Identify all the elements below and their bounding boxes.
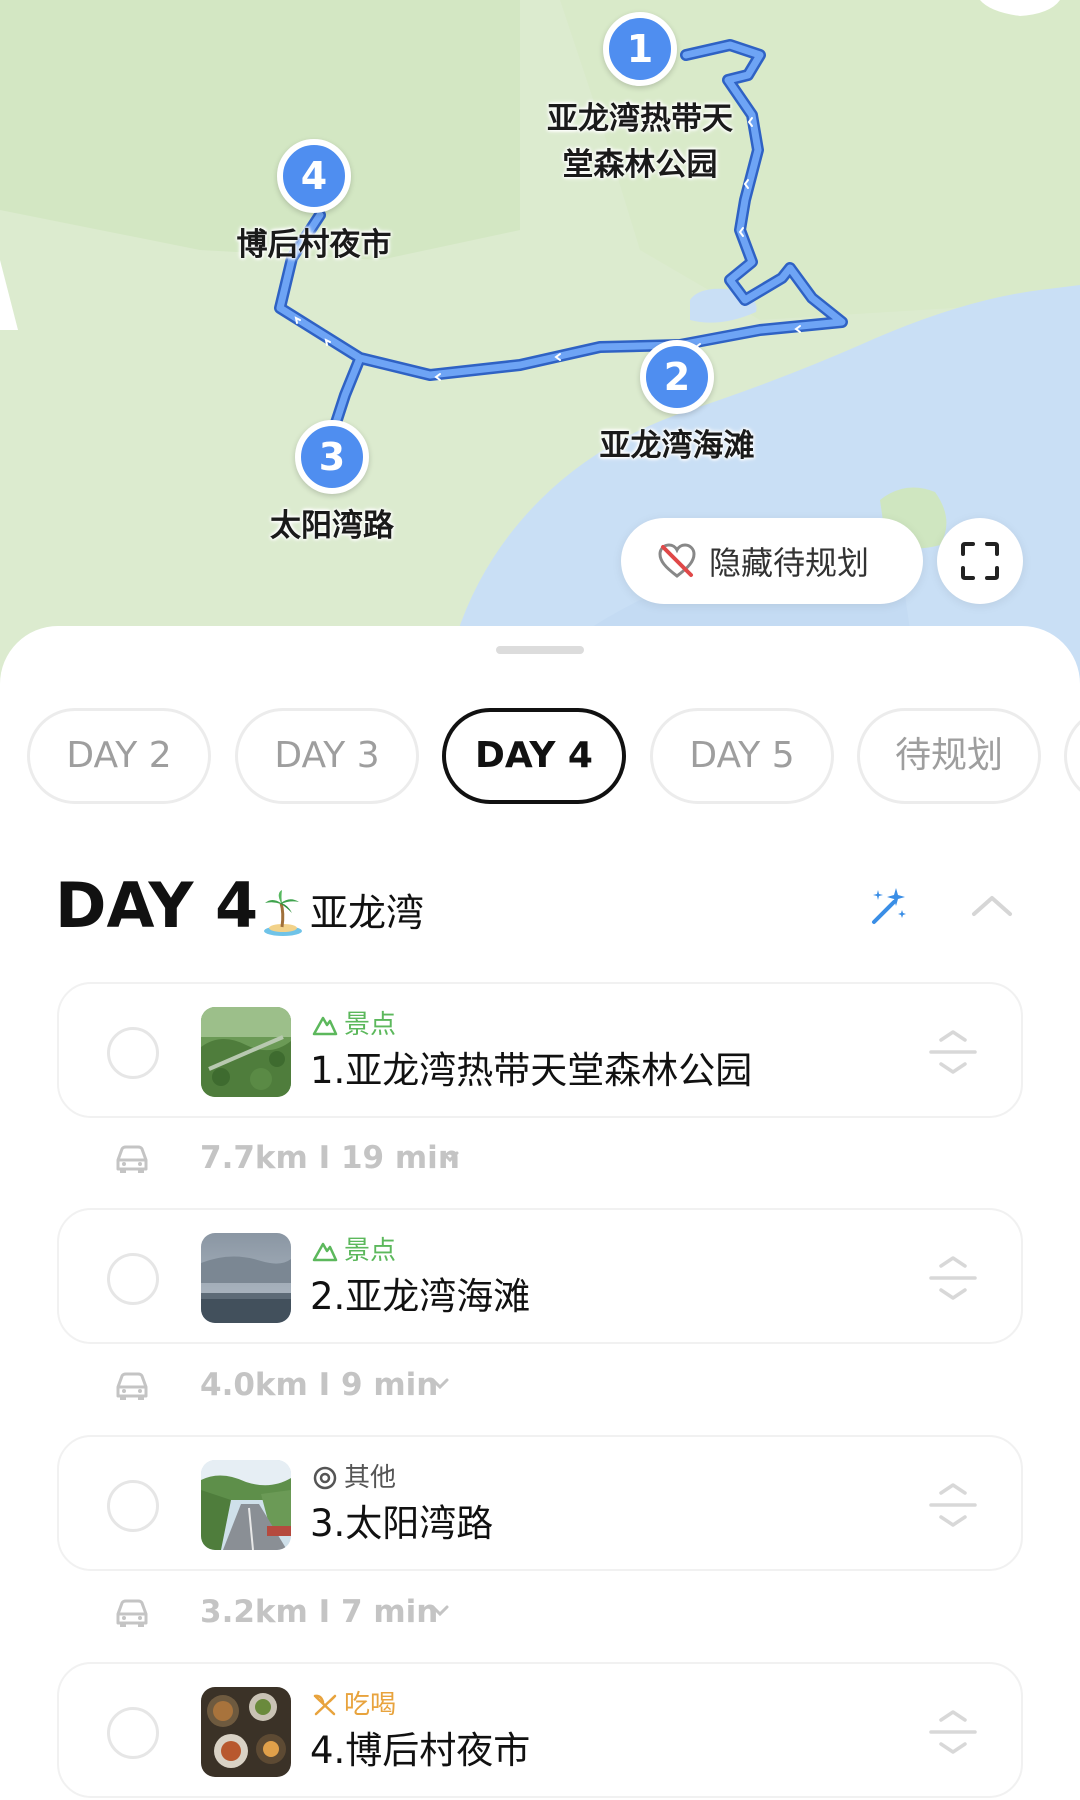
mountain-icon	[312, 1016, 338, 1036]
map-marker-1[interactable]: 1	[603, 12, 677, 86]
item-name: 4.博后村夜市	[310, 1729, 531, 1772]
item-name: 2.亚龙湾海滩	[310, 1275, 531, 1318]
day-header: DAY 4 亚龙湾	[0, 866, 1080, 946]
chevron-down-icon[interactable]	[430, 1604, 450, 1618]
collapse-chevron-up-icon[interactable]	[970, 892, 1014, 920]
route-segment[interactable]: 3.2km Ι 7 min	[0, 1582, 1080, 1642]
chevron-down-icon[interactable]	[440, 1150, 460, 1164]
tab-day-5[interactable]: DAY 5	[650, 708, 834, 804]
route-distance-time: 3.2km Ι 7 min	[200, 1594, 439, 1630]
item-checkbox[interactable]	[107, 1480, 159, 1532]
item-category: 景点	[312, 1234, 396, 1268]
item-thumbnail	[201, 1233, 291, 1323]
magic-wand-icon[interactable]	[866, 884, 910, 928]
car-icon	[116, 1145, 148, 1173]
item-checkbox[interactable]	[107, 1707, 159, 1759]
item-thumbnail	[201, 1687, 291, 1777]
item-category: 吃喝	[312, 1688, 396, 1722]
map-marker-4-label: 博后村夜市	[236, 227, 392, 263]
mountain-icon	[312, 1242, 338, 1262]
car-icon	[116, 1372, 148, 1400]
item-name: 3.太阳湾路	[310, 1502, 494, 1545]
itinerary-item[interactable]: 吃喝 4.博后村夜市	[57, 1662, 1023, 1798]
item-thumbnail	[201, 1460, 291, 1550]
day-tabs[interactable]: DAY 2 DAY 3 DAY 4 DAY 5 待规划	[0, 708, 1080, 808]
road-photo	[201, 1460, 291, 1550]
map-marker-3[interactable]: 3	[295, 420, 369, 494]
location-pin-icon	[313, 1466, 337, 1490]
map-view[interactable]: 1 亚龙湾热带天 堂森林公园 2 亚龙湾海滩 3 太阳湾路 4 博后村夜市 隐藏…	[0, 0, 1080, 700]
day-place-name: 亚龙湾	[310, 891, 425, 935]
drag-reorder-icon[interactable]	[927, 1028, 979, 1076]
map-marker-4[interactable]: 4	[277, 139, 351, 213]
item-checkbox[interactable]	[107, 1253, 159, 1305]
item-category-label: 景点	[344, 1236, 397, 1266]
beach-photo	[201, 1233, 291, 1323]
map-marker-1-label: 亚龙湾热带天 堂森林公园	[547, 101, 733, 183]
day-place: 亚龙湾	[262, 888, 424, 938]
itinerary-sheet: DAY 2 DAY 3 DAY 4 DAY 5 待规划 DAY 4 亚龙湾 景点…	[0, 626, 1080, 1800]
day-title: DAY 4	[55, 869, 259, 942]
fullscreen-button[interactable]	[937, 518, 1023, 604]
drag-reorder-icon[interactable]	[927, 1708, 979, 1756]
route-distance-time: 7.7km Ι 19 min	[200, 1140, 460, 1176]
item-checkbox[interactable]	[107, 1027, 159, 1079]
route-segment[interactable]: 4.0km Ι 9 min	[0, 1355, 1080, 1415]
itinerary-item[interactable]: 景点 1.亚龙湾热带天堂森林公园	[57, 982, 1023, 1118]
hide-pending-button[interactable]: 隐藏待规划	[621, 518, 923, 604]
map-marker-3-label: 太阳湾路	[270, 508, 394, 544]
route-segment[interactable]: 7.7km Ι 19 min	[0, 1128, 1080, 1188]
tab-day-2[interactable]: DAY 2	[27, 708, 211, 804]
item-category-label: 景点	[344, 1010, 397, 1040]
palm-island-icon	[264, 890, 302, 936]
chevron-down-icon[interactable]	[430, 1377, 450, 1391]
item-category: 其他	[312, 1461, 396, 1495]
item-category-label: 其他	[344, 1463, 397, 1493]
drag-reorder-icon[interactable]	[927, 1254, 979, 1302]
item-category: 景点	[312, 1008, 396, 1042]
tab-day-4[interactable]: DAY 4	[442, 708, 626, 804]
tab-day-3[interactable]: DAY 3	[235, 708, 419, 804]
map-marker-2[interactable]: 2	[640, 340, 714, 414]
item-name: 1.亚龙湾热带天堂森林公园	[310, 1049, 753, 1092]
tab-next[interactable]	[1064, 708, 1080, 804]
tab-pending[interactable]: 待规划	[857, 708, 1041, 804]
utensils-icon	[313, 1694, 337, 1716]
map-marker-2-label: 亚龙湾海滩	[599, 428, 755, 464]
item-category-label: 吃喝	[344, 1690, 397, 1720]
itinerary-item[interactable]: 景点 2.亚龙湾海滩	[57, 1208, 1023, 1344]
car-icon	[116, 1599, 148, 1627]
route-distance-time: 4.0km Ι 9 min	[200, 1367, 439, 1403]
item-thumbnail	[201, 1007, 291, 1097]
hide-pending-label: 隐藏待规划	[709, 544, 870, 582]
fullscreen-icon	[961, 542, 999, 580]
sheet-drag-handle[interactable]	[496, 646, 584, 654]
heart-slash-icon	[658, 543, 696, 578]
forest-photo	[201, 1007, 291, 1097]
itinerary-item[interactable]: 其他 3.太阳湾路	[57, 1435, 1023, 1571]
drag-reorder-icon[interactable]	[927, 1481, 979, 1529]
food-photo	[201, 1687, 291, 1777]
